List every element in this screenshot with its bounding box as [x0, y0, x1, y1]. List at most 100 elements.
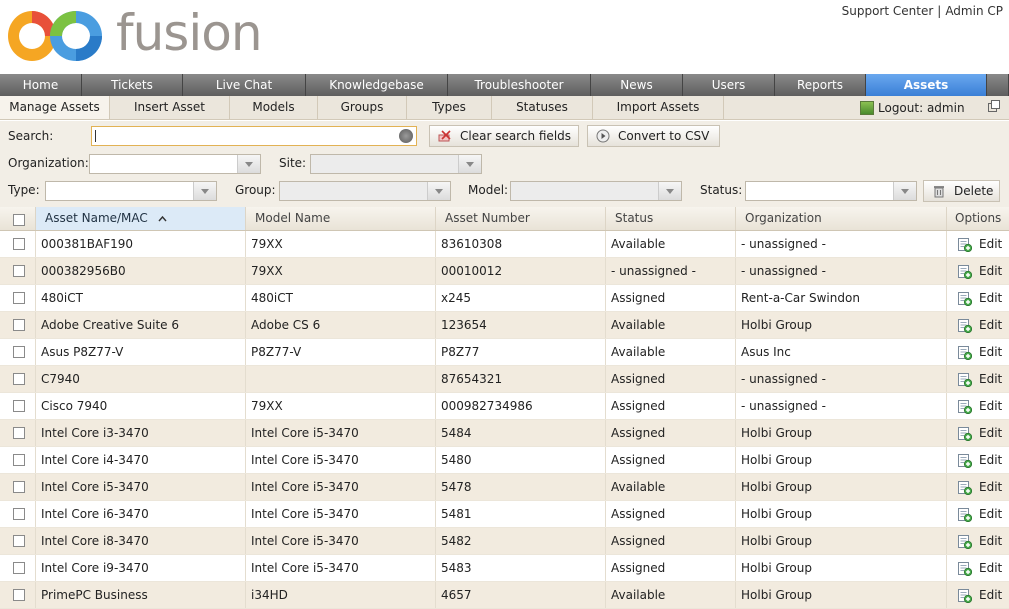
chevron-down-icon: [658, 182, 681, 200]
type-select[interactable]: [45, 181, 217, 201]
table-row: 480iCT 480iCT x245 Assigned Rent-a-Car Swind…: [0, 285, 1009, 312]
sub-nav: Manage Assets Insert Asset Models Groups Typ…: [0, 96, 1009, 120]
select-all-checkbox[interactable]: [13, 214, 25, 226]
asset-number-cell: P8Z77: [436, 339, 606, 365]
table-row: PrimePC Business i34HD 4657 Available Holbi …: [0, 582, 1009, 609]
asset-number-cell: 4657: [436, 582, 606, 608]
brand-name: fusion: [116, 4, 263, 62]
clear-search-button[interactable]: Clear search fields: [429, 125, 579, 147]
edit-button[interactable]: Edit: [957, 555, 1002, 581]
row-select-cell: [0, 339, 36, 365]
row-select-cell: [0, 366, 36, 392]
edit-document-icon: [958, 264, 972, 279]
asset-name-cell: PrimePC Business: [36, 582, 246, 608]
status-cell: Assigned: [606, 285, 736, 311]
column-status[interactable]: Status: [606, 207, 736, 230]
edit-button[interactable]: Edit: [957, 528, 1002, 554]
table-row: Intel Core i6-3470 Intel Core i5-3470 5481…: [0, 501, 1009, 528]
subtab-models[interactable]: Models: [230, 96, 318, 119]
edit-label: Edit: [979, 237, 1003, 251]
asset-number-cell: 000982734986: [436, 393, 606, 419]
status-cell: Assigned: [606, 528, 736, 554]
subtab-insert-asset[interactable]: Insert Asset: [110, 96, 230, 119]
subtab-manage-assets[interactable]: Manage Assets: [0, 96, 110, 119]
convert-csv-button[interactable]: Convert to CSV: [587, 125, 720, 147]
asset-name-cell: 000381BAF190: [36, 231, 246, 257]
edit-button[interactable]: Edit: [957, 474, 1002, 500]
row-select-cell: [0, 285, 36, 311]
edit-button[interactable]: Edit: [957, 312, 1002, 338]
edit-button[interactable]: Edit: [957, 258, 1002, 284]
edit-button[interactable]: Edit: [957, 501, 1002, 527]
trash-icon: [934, 186, 944, 198]
chevron-down-icon: [427, 182, 450, 200]
status-cell: Available: [606, 582, 736, 608]
tab-tickets[interactable]: Tickets: [82, 74, 183, 96]
search-input[interactable]: [91, 126, 417, 146]
column-asset-name[interactable]: Asset Name/MAC: [36, 207, 246, 230]
asset-name-cell: Intel Core i3-3470: [36, 420, 246, 446]
edit-document-icon: [958, 291, 972, 306]
organization-label: Organization:: [8, 156, 89, 170]
search-icon[interactable]: [399, 129, 413, 143]
edit-button[interactable]: Edit: [957, 285, 1002, 311]
row-select-cell: [0, 528, 36, 554]
organization-select[interactable]: [89, 154, 261, 174]
popout-icon[interactable]: [988, 100, 1000, 112]
admin-cp-link[interactable]: Admin CP: [945, 4, 1003, 18]
tab-users[interactable]: Users: [683, 74, 775, 96]
site-select[interactable]: [310, 154, 482, 174]
organization-cell: Asus Inc: [736, 339, 947, 365]
edit-button[interactable]: Edit: [957, 582, 1002, 608]
chevron-down-icon: [237, 155, 260, 173]
organization-cell: Holbi Group: [736, 582, 947, 608]
status-cell: Available: [606, 312, 736, 338]
subtab-statuses[interactable]: Statuses: [492, 96, 593, 119]
edit-button[interactable]: Edit: [957, 339, 1002, 365]
edit-button[interactable]: Edit: [957, 447, 1002, 473]
column-asset-number[interactable]: Asset Number: [436, 207, 606, 230]
eraser-icon: [438, 130, 451, 142]
edit-label: Edit: [979, 588, 1003, 602]
subtab-types[interactable]: Types: [407, 96, 492, 119]
tab-live-chat[interactable]: Live Chat: [183, 74, 306, 96]
tab-assets[interactable]: Assets: [866, 74, 987, 96]
sort-asc-icon: [158, 215, 167, 221]
header-select-cell: [0, 207, 36, 230]
organization-cell: - unassigned -: [736, 393, 947, 419]
tab-knowledgebase[interactable]: Knowledgebase: [306, 74, 448, 96]
column-organization[interactable]: Organization: [736, 207, 947, 230]
row-select-cell: [0, 582, 36, 608]
table-header: Asset Name/MAC Model Name Asset Number S…: [0, 207, 1009, 231]
table-row: 000381BAF190 79XX 83610308 Available - unass…: [0, 231, 1009, 258]
asset-number-cell: 5484: [436, 420, 606, 446]
group-select[interactable]: [279, 181, 451, 201]
status-cell: Available: [606, 339, 736, 365]
delete-button[interactable]: Delete: [923, 180, 1000, 202]
asset-number-cell: x245: [436, 285, 606, 311]
support-center-link[interactable]: Support Center: [842, 4, 934, 18]
asset-number-cell: 00010012: [436, 258, 606, 284]
filter-panel: Search: Clear search fields Convert to C…: [0, 121, 1009, 207]
column-model-name[interactable]: Model Name: [246, 207, 436, 230]
logout-link[interactable]: Logout: admin: [860, 96, 965, 120]
edit-document-icon: [958, 453, 972, 468]
table-row: C7940 87654321 Assigned - unassigned - Edit: [0, 366, 1009, 393]
edit-label: Edit: [979, 372, 1003, 386]
edit-button[interactable]: Edit: [957, 231, 1002, 257]
edit-button[interactable]: Edit: [957, 420, 1002, 446]
asset-name-cell: C7940: [36, 366, 246, 392]
asset-name-cell: Asus P8Z77-V: [36, 339, 246, 365]
tab-troubleshooter[interactable]: Troubleshooter: [448, 74, 591, 96]
subtab-import-assets[interactable]: Import Assets: [593, 96, 724, 119]
status-cell: Assigned: [606, 555, 736, 581]
subtab-groups[interactable]: Groups: [318, 96, 407, 119]
tab-home[interactable]: Home: [0, 74, 82, 96]
status-select[interactable]: [745, 181, 917, 201]
tab-reports[interactable]: Reports: [775, 74, 866, 96]
model-select[interactable]: [510, 181, 682, 201]
model-name-cell: i34HD: [246, 582, 436, 608]
tab-news[interactable]: News: [591, 74, 683, 96]
edit-button[interactable]: Edit: [957, 393, 1002, 419]
edit-button[interactable]: Edit: [957, 366, 1002, 392]
